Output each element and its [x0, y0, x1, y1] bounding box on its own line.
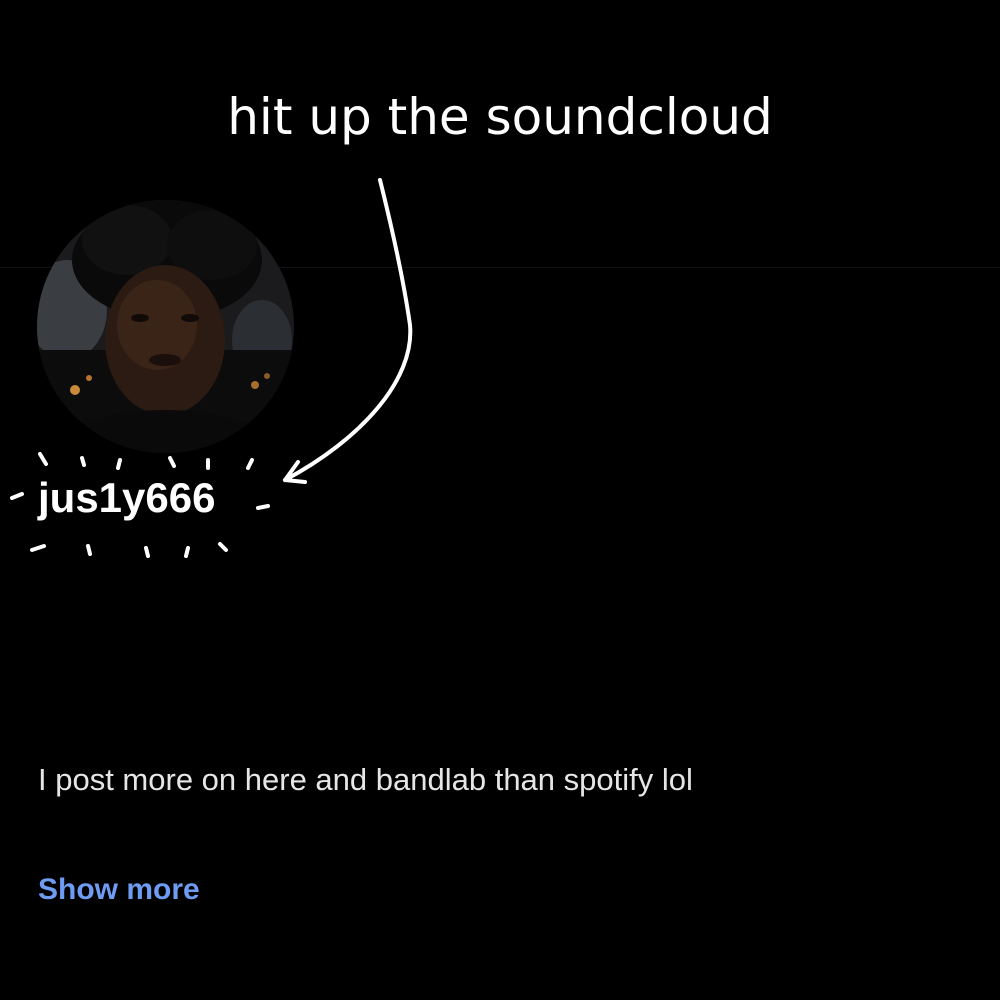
avatar-photo-icon [37, 200, 294, 453]
show-more-link[interactable]: Show more [38, 873, 200, 907]
annotation-caption: hit up the soundcloud [227, 88, 773, 146]
profile-bio: I post more on here and bandlab than spo… [38, 762, 693, 797]
avatar[interactable] [37, 200, 294, 453]
username: jus1y666 [38, 474, 216, 521]
profile-screen: hit up the soundcloud jus1y666 I post mo… [0, 0, 1000, 1000]
